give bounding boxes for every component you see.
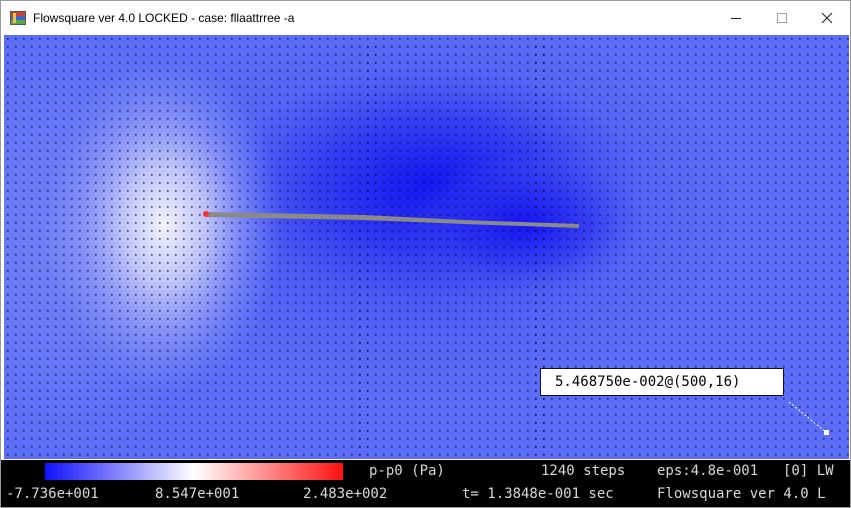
sim-time: t= 1.3848e-001 sec [462, 486, 614, 502]
status-bar: p-p0 (Pa) 1240 steps eps:4.8e-001 [0] LW… [1, 460, 850, 507]
probe-readout: 5.468750e-002@(500,16) [540, 368, 784, 396]
maximize-button[interactable] [759, 1, 805, 34]
maximize-icon [777, 12, 787, 23]
scale-mid: 8.547e+001 [155, 486, 240, 502]
colormap-bar [45, 463, 343, 480]
leading-edge-marker [203, 211, 209, 217]
eps-value: eps:4.8e-001 [657, 463, 759, 479]
flowsquare-app-icon [10, 10, 26, 26]
mode-indicator: [0] LW [783, 463, 834, 479]
close-icon [821, 12, 833, 23]
probe-value: 5.468750e-002@(500,16) [555, 374, 741, 390]
flow-field-canvas[interactable]: 5.468750e-002@(500,16) [4, 35, 849, 459]
window-title: Flowsquare ver 4.0 LOCKED - case: fllaat… [33, 10, 295, 25]
scale-min: -7.736e+001 [6, 486, 99, 502]
app-window: Flowsquare ver 4.0 LOCKED - case: fllaat… [0, 0, 851, 508]
variable-label: p-p0 (Pa) [369, 463, 445, 479]
close-button[interactable] [804, 1, 850, 34]
app-name-footer: Flowsquare ver 4.0 L [657, 486, 826, 502]
step-count: 1240 steps [541, 463, 626, 479]
minimize-button[interactable] [713, 1, 759, 34]
minimize-icon [731, 17, 741, 19]
scale-max: 2.483e+002 [303, 486, 388, 502]
